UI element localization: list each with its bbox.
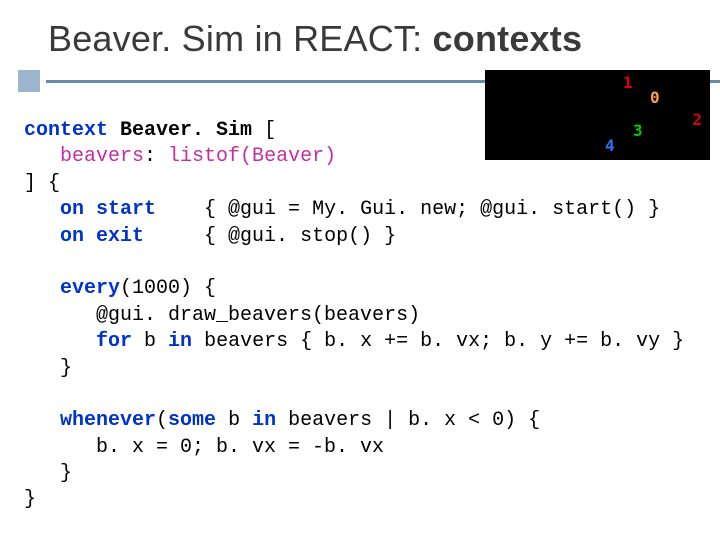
field-sep: : — [144, 145, 168, 168]
indent — [24, 436, 96, 459]
title-pre: Beaver. Sim in REACT: — [48, 18, 433, 59]
open-bracket: [ — [252, 119, 276, 142]
whenever-cond: beavers | b. x < 0) { — [276, 409, 540, 432]
indent — [24, 145, 60, 168]
whenever-body: b. x = 0; b. vx = -b. vx — [96, 436, 384, 459]
kw-whenever: whenever — [60, 409, 156, 432]
indent — [24, 330, 96, 353]
paren: ( — [156, 409, 168, 432]
on-start-body: { @gui = My. Gui. new; @gui. start() } — [204, 198, 660, 221]
txt: b — [216, 409, 252, 432]
kw-some: some — [168, 409, 216, 432]
title-row: Beaver. Sim in REACT: contexts — [0, 18, 720, 60]
gap — [144, 225, 204, 248]
kw-for: for — [96, 330, 132, 353]
close-bracket: ] { — [24, 172, 60, 195]
context-close: } — [24, 488, 36, 511]
context-name: Beaver. Sim — [120, 119, 252, 142]
beaver-label-1: 1 — [623, 73, 633, 92]
kw-in: in — [168, 330, 192, 353]
every-line1: @gui. draw_beavers(beavers) — [96, 304, 420, 327]
kw-on-exit: on exit — [60, 225, 144, 248]
indent — [24, 357, 60, 380]
every-line2: beavers { b. x += b. vx; b. y += b. vy } — [192, 330, 684, 353]
code-block: context Beaver. Sim [ beavers: listof(Be… — [24, 118, 700, 514]
beaver-label-0: 0 — [650, 88, 660, 107]
indent — [24, 304, 96, 327]
indent — [24, 462, 60, 485]
page-title: Beaver. Sim in REACT: contexts — [48, 18, 700, 60]
whenever-close: } — [60, 462, 72, 485]
kw-on-start: on start — [60, 198, 156, 221]
indent — [24, 198, 60, 221]
indent — [24, 277, 60, 300]
every-close: } — [60, 357, 72, 380]
title-bold: contexts — [433, 18, 583, 59]
field-name: beavers — [60, 145, 144, 168]
on-exit-body: { @gui. stop() } — [204, 225, 396, 248]
indent — [24, 409, 60, 432]
kw-context: context — [24, 119, 108, 142]
txt: b — [132, 330, 168, 353]
field-type: listof(Beaver) — [168, 145, 336, 168]
slide: Beaver. Sim in REACT: contexts 1 0 2 3 4… — [0, 0, 720, 540]
indent — [24, 225, 60, 248]
kw-in: in — [252, 409, 276, 432]
gap — [156, 198, 204, 221]
every-arg: (1000) { — [120, 277, 216, 300]
divider-square-icon — [18, 70, 40, 92]
kw-every: every — [60, 277, 120, 300]
